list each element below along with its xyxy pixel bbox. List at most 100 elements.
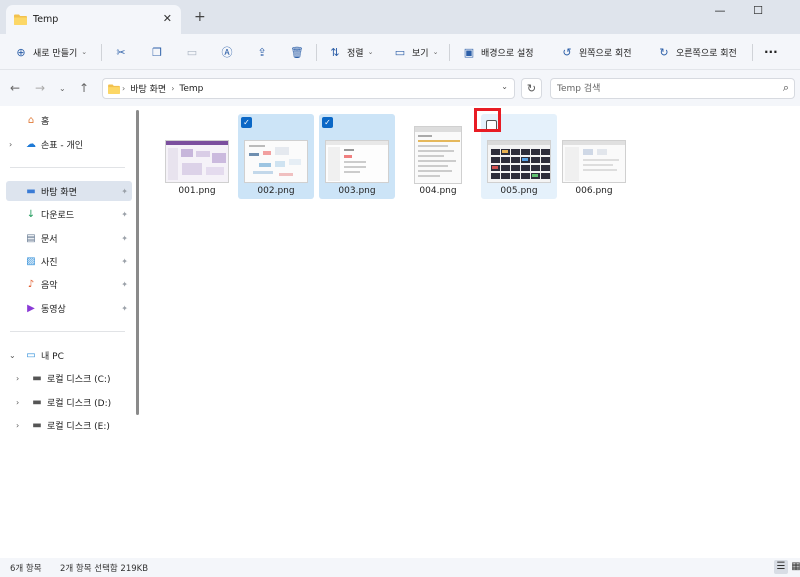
chevron-down-icon: ⌄ bbox=[432, 48, 439, 56]
divider bbox=[10, 167, 125, 168]
pictures-icon: ▨ bbox=[26, 255, 36, 267]
file-item[interactable]: ✓ 002.png bbox=[238, 114, 314, 199]
share-icon: ⇪ bbox=[257, 45, 267, 59]
chevron-down-icon[interactable]: ⌄ bbox=[501, 82, 508, 91]
file-item[interactable]: 001.png bbox=[159, 114, 235, 199]
tab-title: Temp bbox=[33, 14, 59, 25]
tiles-view-icon[interactable]: ▦ bbox=[789, 560, 800, 574]
breadcrumb-temp[interactable]: Temp bbox=[179, 84, 203, 94]
sidebar-item-videos[interactable]: ▶ 동영상 ✦ bbox=[6, 298, 132, 318]
forward-arrow-icon[interactable]: → bbox=[35, 81, 45, 95]
view-button[interactable]: ▭ 보기 ⌄ bbox=[393, 41, 439, 63]
search-icon: ⌕ bbox=[782, 81, 789, 94]
sidebar-item-drive-d[interactable]: › ▬ 로컬 디스크 (D:) bbox=[6, 392, 132, 412]
file-thumbnail bbox=[244, 140, 308, 183]
file-thumbnail bbox=[562, 140, 626, 183]
file-name: 003.png bbox=[338, 186, 376, 196]
new-button[interactable]: ⊕ 새로 만들기 ⌄ bbox=[14, 41, 87, 63]
minimize-icon[interactable]: — bbox=[710, 4, 730, 20]
search-box[interactable]: ⌕ bbox=[550, 78, 795, 99]
view-label: 보기 bbox=[412, 48, 429, 59]
sort-label: 정렬 bbox=[347, 48, 364, 59]
chevron-right-icon[interactable]: › bbox=[16, 421, 19, 430]
sidebar-item-drive-e[interactable]: › ▬ 로컬 디스크 (E:) bbox=[6, 415, 132, 435]
breadcrumb-desktop[interactable]: 바탕 화면 bbox=[130, 82, 166, 95]
chevron-right-icon[interactable]: › bbox=[16, 398, 19, 407]
refresh-icon[interactable]: ↻ bbox=[521, 78, 542, 99]
sidebar-scrollbar[interactable] bbox=[136, 110, 139, 415]
address-field[interactable]: › 바탕 화면 › Temp ⌄ bbox=[102, 78, 515, 99]
pin-icon[interactable]: ✦ bbox=[121, 257, 128, 266]
tab-temp[interactable]: Temp ✕ bbox=[6, 5, 181, 34]
chevron-right-icon[interactable]: › bbox=[9, 140, 12, 149]
download-icon: ↓ bbox=[26, 208, 36, 220]
new-tab-icon[interactable]: + bbox=[194, 10, 206, 24]
file-thumbnail bbox=[487, 140, 551, 183]
sidebar-item-onedrive[interactable]: › ☁ 손표 - 개인 bbox=[6, 134, 132, 154]
pin-icon[interactable]: ✦ bbox=[121, 210, 128, 219]
computer-icon: ▭ bbox=[26, 349, 36, 361]
file-thumbnail bbox=[414, 126, 462, 184]
copy-button[interactable]: ❐ bbox=[150, 41, 169, 63]
sidebar-item-label: 음악 bbox=[41, 280, 58, 291]
sidebar-item-music[interactable]: ♪ 음악 ✦ bbox=[6, 274, 132, 294]
separator bbox=[316, 44, 317, 61]
trash-icon: 🗑 bbox=[290, 45, 304, 59]
pin-icon[interactable]: ✦ bbox=[121, 280, 128, 289]
sidebar-item-desktop[interactable]: ▬ 바탕 화면 ✦ bbox=[6, 181, 132, 201]
up-arrow-icon[interactable]: ↑ bbox=[79, 81, 89, 95]
sidebar-item-home[interactable]: ⌂ 홈 bbox=[6, 110, 132, 130]
paste-icon: ▭ bbox=[186, 45, 198, 59]
check-icon[interactable]: ✓ bbox=[241, 117, 252, 128]
plus-circle-icon: ⊕ bbox=[16, 45, 26, 59]
rename-button[interactable]: Ⓐ bbox=[220, 41, 239, 63]
sidebar-item-downloads[interactable]: ↓ 다운로드 ✦ bbox=[6, 204, 132, 224]
drive-c-icon: ▬ bbox=[32, 372, 42, 384]
desktop-icon: ▬ bbox=[26, 185, 36, 197]
pin-icon[interactable]: ✦ bbox=[121, 234, 128, 243]
file-thumbnail bbox=[165, 140, 229, 183]
sidebar-item-label: 손표 - 개인 bbox=[41, 140, 84, 151]
chevron-down-icon[interactable]: ⌄ bbox=[9, 351, 16, 360]
file-item[interactable]: 004.png bbox=[400, 114, 476, 199]
rotate-right-icon: ↻ bbox=[659, 45, 669, 59]
sidebar-item-drive-c[interactable]: › ▬ 로컬 디스크 (C:) bbox=[6, 368, 132, 388]
check-icon[interactable]: ✓ bbox=[322, 117, 333, 128]
file-item[interactable]: ✓ 003.png bbox=[319, 114, 395, 199]
delete-button[interactable]: 🗑 bbox=[290, 41, 309, 63]
sidebar-item-documents[interactable]: ▤ 문서 ✦ bbox=[6, 228, 132, 248]
file-item[interactable]: 006.png bbox=[556, 114, 632, 199]
file-name: 004.png bbox=[419, 186, 457, 196]
pin-icon[interactable]: ✦ bbox=[121, 304, 128, 313]
sidebar-item-label: 로컬 디스크 (C:) bbox=[47, 374, 111, 385]
cut-icon: ✂ bbox=[116, 45, 126, 59]
paste-button[interactable]: ▭ bbox=[185, 41, 204, 63]
pin-icon[interactable]: ✦ bbox=[121, 187, 128, 196]
rotate-right-button[interactable]: ↻ 오른쪽으로 회전 bbox=[657, 41, 736, 63]
search-input[interactable] bbox=[557, 79, 757, 98]
maximize-icon[interactable]: ☐ bbox=[748, 4, 768, 20]
rotate-left-label: 왼쪽으로 회전 bbox=[579, 48, 632, 59]
chevron-right-icon: › bbox=[122, 84, 126, 93]
sort-button[interactable]: ⇅ 정렬 ⌄ bbox=[328, 41, 373, 63]
back-arrow-icon[interactable]: ← bbox=[10, 81, 20, 95]
recent-chevron-icon[interactable]: ⌄ bbox=[59, 84, 66, 93]
share-button[interactable]: ⇪ bbox=[255, 41, 274, 63]
file-name: 006.png bbox=[575, 186, 613, 196]
close-tab-icon[interactable]: ✕ bbox=[163, 12, 172, 25]
cut-button[interactable]: ✂ bbox=[114, 41, 133, 63]
sidebar-item-pictures[interactable]: ▨ 사진 ✦ bbox=[6, 251, 132, 271]
chevron-right-icon[interactable]: › bbox=[16, 374, 19, 383]
set-background-button[interactable]: ▣ 배경으로 설정 bbox=[462, 41, 534, 63]
separator bbox=[449, 44, 450, 61]
title-bar: Temp ✕ + — ☐ bbox=[0, 0, 800, 34]
rotate-left-button[interactable]: ↺ 왼쪽으로 회전 bbox=[560, 41, 632, 63]
sidebar-item-this-pc[interactable]: ⌄ ▭ 내 PC bbox=[6, 345, 132, 365]
details-view-icon[interactable]: ☰ bbox=[774, 560, 788, 574]
music-icon: ♪ bbox=[27, 278, 35, 290]
file-name: 001.png bbox=[178, 186, 216, 196]
folder-icon bbox=[14, 14, 27, 25]
sidebar-item-label: 홈 bbox=[41, 116, 50, 127]
selection-info: 2개 항목 선택함 219KB bbox=[60, 564, 149, 574]
more-options-icon[interactable]: ··· bbox=[764, 41, 778, 63]
